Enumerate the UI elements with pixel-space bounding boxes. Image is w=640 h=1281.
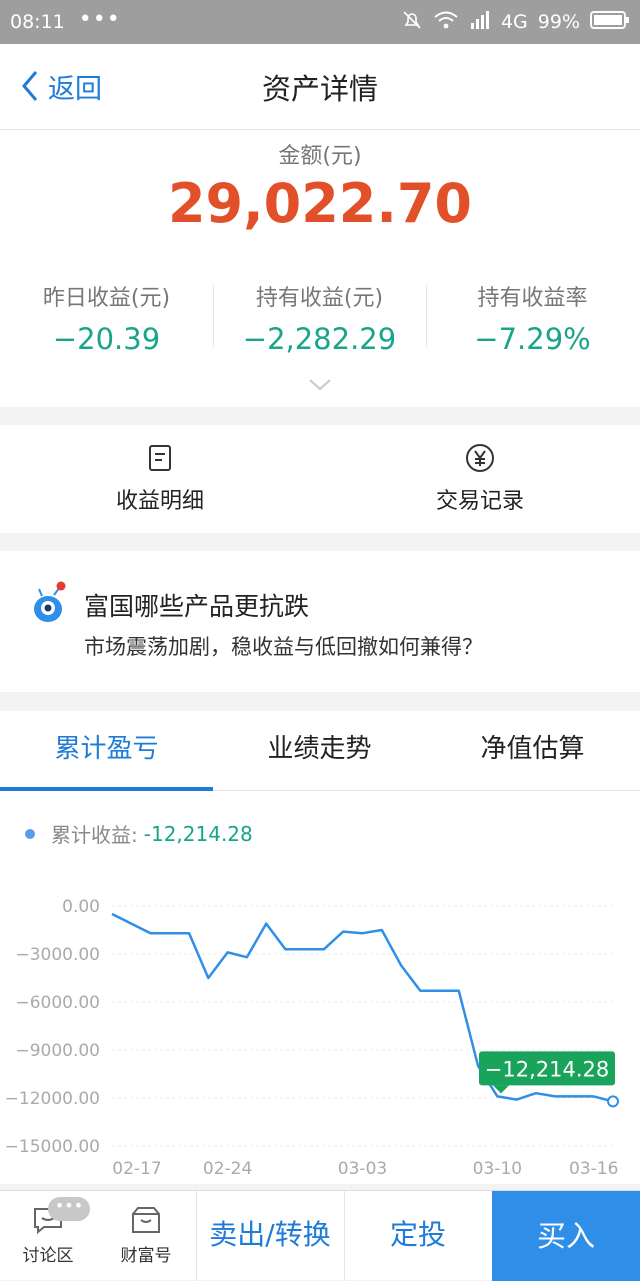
document-icon xyxy=(149,445,171,471)
page-title: 资产详情 xyxy=(261,72,378,106)
amount-label: 金额(元) xyxy=(278,144,362,169)
trade-record-button[interactable]: 交易记录 xyxy=(320,443,640,515)
stat-value: −7.29% xyxy=(474,322,591,356)
stat-yesterday: 昨日收益(元) −20.39 xyxy=(0,280,213,356)
yen-icon xyxy=(466,444,494,472)
signal-icon xyxy=(469,9,491,36)
asset-summary: 金额(元) 29,022.70 昨日收益(元) −20.39 持有收益(元) −… xyxy=(0,130,640,407)
promo-title: 富国哪些产品更抗跌 xyxy=(84,592,310,621)
more-badge: ••• xyxy=(48,1197,90,1221)
shop-box-icon xyxy=(132,1207,160,1233)
action-row: 收益明细 交易记录 xyxy=(0,425,640,533)
fixed-invest-button[interactable]: 定投 xyxy=(344,1191,492,1281)
status-more-dots: ••• xyxy=(78,6,121,32)
network-type: 4G xyxy=(500,11,528,33)
chevron-down-icon[interactable] xyxy=(308,378,332,392)
discuss-button[interactable]: 讨论区 ••• xyxy=(0,1191,96,1281)
stat-value: −2,282.29 xyxy=(242,322,397,356)
legend-value: -12,214.28 xyxy=(143,821,253,846)
y-tick-label: −9000.00 xyxy=(15,1041,100,1061)
sell-convert-button[interactable]: 卖出/转换 xyxy=(196,1191,344,1281)
income-detail-button[interactable]: 收益明细 xyxy=(0,443,320,515)
bell-muted-icon xyxy=(401,9,423,36)
battery-icon xyxy=(590,10,630,35)
x-tick-label: 02-17 xyxy=(112,1159,161,1179)
tab-underline xyxy=(0,787,213,791)
stat-label: 昨日收益(元) xyxy=(42,286,171,311)
stat-label: 持有收益(元) xyxy=(255,286,384,311)
y-tick-label: −12000.00 xyxy=(5,1089,100,1109)
x-tick-label: 03-03 xyxy=(338,1159,387,1179)
chart-tabs: 累计盈亏 业绩走势 净值估算 xyxy=(0,711,640,791)
promo-subtitle: 市场震荡加剧，稳收益与低回撤如何兼得？ xyxy=(84,635,483,659)
chart-panel: 累计盈亏 业绩走势 净值估算 累计收益: -12,214.28 0.00 −300… xyxy=(0,711,640,1184)
status-time: 08:11 xyxy=(10,11,65,33)
x-tick-label: 02-24 xyxy=(203,1159,252,1179)
bottom-action-bar: 讨论区 ••• 财富号 卖出/转换 定投 买入 xyxy=(0,1190,640,1281)
status-bar: 08:11 ••• 4G 99% xyxy=(0,0,640,44)
tab-performance[interactable]: 业绩走势 xyxy=(213,711,426,791)
legend-dot xyxy=(25,828,35,839)
wifi-icon xyxy=(433,9,459,36)
stat-holding: 持有收益(元) −2,282.29 xyxy=(213,280,426,356)
tooltip-value: −12,214.28 xyxy=(485,1057,609,1081)
last-point-marker xyxy=(607,1095,619,1108)
legend-label: 累计收益: xyxy=(51,823,138,847)
y-tick-label: −3000.00 xyxy=(15,945,100,965)
x-tick-label: 03-10 xyxy=(473,1159,522,1179)
action-label: 交易记录 xyxy=(435,489,524,514)
discuss-label: 讨论区 xyxy=(22,1246,74,1266)
tab-nav-estimate[interactable]: 净值估算 xyxy=(426,711,639,791)
action-label: 收益明细 xyxy=(115,489,204,514)
cumulative-pnl-chart[interactable]: 0.00 −3000.00 −6000.00 −9000.00 −12000.00 −15… xyxy=(0,881,640,1181)
status-icons: 4G 99% xyxy=(401,9,630,36)
stat-holding-rate: 持有收益率 −7.29% xyxy=(426,280,639,356)
tab-cumulative-pnl[interactable]: 累计盈亏 xyxy=(0,711,213,791)
nav-bar: 返回 资产详情 xyxy=(0,44,640,130)
buy-button[interactable]: 买入 xyxy=(492,1191,640,1281)
stat-value: −20.39 xyxy=(52,322,161,356)
y-tick-label: −15000.00 xyxy=(5,1137,100,1157)
amount-value: 29,022.70 xyxy=(167,172,473,235)
y-tick-label: 0.00 xyxy=(62,897,100,917)
y-tick-label: −6000.00 xyxy=(15,993,100,1013)
x-tick-label: 03-16 xyxy=(569,1159,618,1179)
promo-banner[interactable]: 富国哪些产品更抗跌 市场震荡加剧，稳收益与低回撤如何兼得？ xyxy=(0,551,640,692)
chart-legend: 累计收益: -12,214.28 xyxy=(25,819,253,848)
wealth-account-button[interactable]: 财富号 xyxy=(96,1191,196,1281)
mascot-icon xyxy=(34,581,66,622)
battery-percent: 99% xyxy=(537,11,580,33)
stat-label: 持有收益率 xyxy=(477,286,588,311)
wealth-label: 财富号 xyxy=(120,1246,172,1266)
